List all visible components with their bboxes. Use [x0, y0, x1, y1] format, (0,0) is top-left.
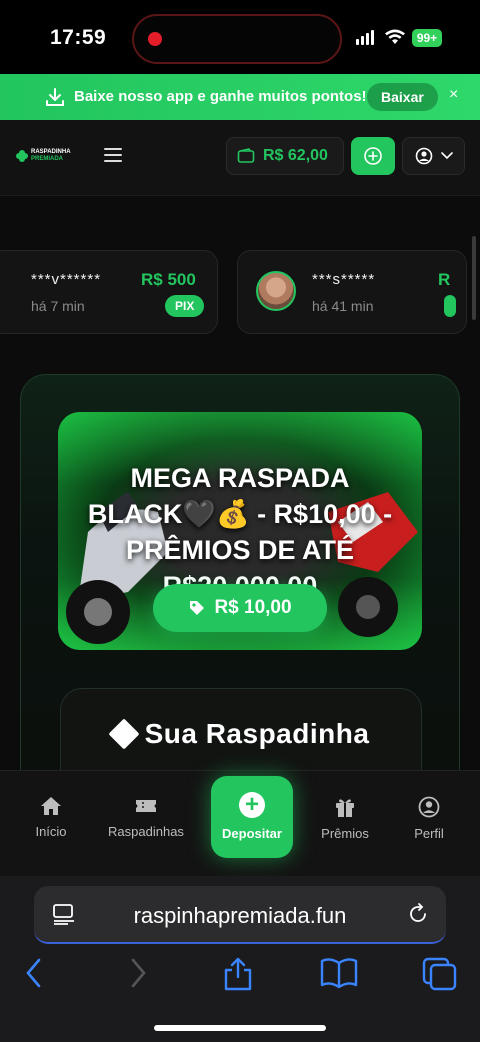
back-icon[interactable] [24, 957, 44, 989]
signal-icon [356, 30, 374, 45]
diamond-icon [108, 718, 140, 750]
nav-deposit-button[interactable]: + Depositar [211, 776, 293, 858]
scratch-title-text: Sua Raspadinha [144, 718, 370, 749]
close-banner-button[interactable]: × [449, 86, 458, 104]
download-icon [46, 88, 64, 106]
download-app-button[interactable]: Baixar [367, 83, 438, 111]
nav-home-label: Início [35, 824, 67, 839]
hamburger-menu-icon[interactable] [104, 147, 122, 163]
payment-badge: PIX [165, 295, 205, 317]
ticket-icon [136, 800, 156, 812]
scratch-section-title: Sua Raspadinha [60, 718, 422, 750]
nav-profile[interactable]: Perfil [384, 796, 474, 841]
wallet-icon [237, 148, 255, 163]
winner-name: ***s***** [312, 271, 376, 288]
game-title: MEGA RASPADA BLACK🖤💰 - R$10,00 - PRÊMIOS… [87, 463, 393, 601]
home-indicator [154, 1025, 326, 1031]
gift-icon [336, 799, 354, 817]
winner-time: há 41 min [312, 298, 374, 314]
dynamic-island [132, 14, 342, 64]
tabs-icon[interactable] [422, 957, 458, 991]
app-download-banner: Baixe nosso app e ganhe muitos pontos! B… [0, 74, 480, 120]
winner-time: há 7 min [31, 298, 85, 314]
price-tag-icon [190, 601, 205, 615]
logo[interactable]: RASPADINHA PREMIADA [16, 149, 71, 163]
home-icon [41, 797, 61, 815]
battery-indicator: 99+ [412, 29, 442, 47]
page-scrollbar[interactable] [472, 236, 476, 320]
nav-scratch-cards[interactable]: Raspadinhas [101, 796, 191, 839]
user-circle-icon [418, 796, 440, 818]
winner-card: ***s***** há 41 min R [237, 250, 467, 334]
nav-prizes-label: Prêmios [321, 826, 369, 841]
logo-text-top: RASPADINHA [31, 149, 71, 155]
nav-deposit-label: Depositar [222, 826, 282, 841]
status-bar: 17:59 99+ [0, 0, 480, 74]
share-icon[interactable] [222, 957, 254, 991]
payment-badge [444, 295, 456, 317]
user-icon [415, 147, 432, 165]
winner-prize: R [438, 270, 451, 289]
wallet-balance[interactable]: R$ 62,00 [226, 137, 344, 175]
add-funds-button[interactable] [351, 137, 395, 175]
clover-icon [16, 150, 28, 162]
winner-prize: R$ 500 [141, 270, 196, 289]
wifi-icon [385, 29, 405, 44]
logo-text-bottom: PREMIADA [31, 156, 64, 162]
game-price: R$ 10,00 [214, 597, 292, 618]
plus-icon: + [239, 792, 265, 818]
reload-icon[interactable] [406, 902, 430, 926]
nav-profile-label: Perfil [414, 826, 444, 841]
plus-circle-icon [364, 147, 382, 165]
winner-name: ***v****** [31, 271, 102, 288]
nav-prizes[interactable]: Prêmios [300, 796, 390, 841]
buy-game-button[interactable]: R$ 10,00 [153, 584, 327, 632]
nav-scratch-label: Raspadinhas [108, 824, 184, 839]
winner-card: ***v****** há 7 min R$ 500 PIX [0, 250, 218, 334]
chevron-down-icon [440, 152, 453, 160]
bookmarks-icon[interactable] [320, 957, 358, 989]
forward-icon[interactable] [128, 957, 148, 989]
banner-text: Baixe nosso app e ganhe muitos pontos! [74, 88, 367, 105]
recording-indicator [148, 32, 162, 46]
balance-amount: R$ 62,00 [263, 147, 328, 164]
winner-avatar [256, 271, 296, 311]
user-menu-button[interactable] [402, 137, 465, 175]
status-time: 17:59 [50, 26, 107, 49]
nav-home[interactable]: Início [6, 796, 96, 839]
